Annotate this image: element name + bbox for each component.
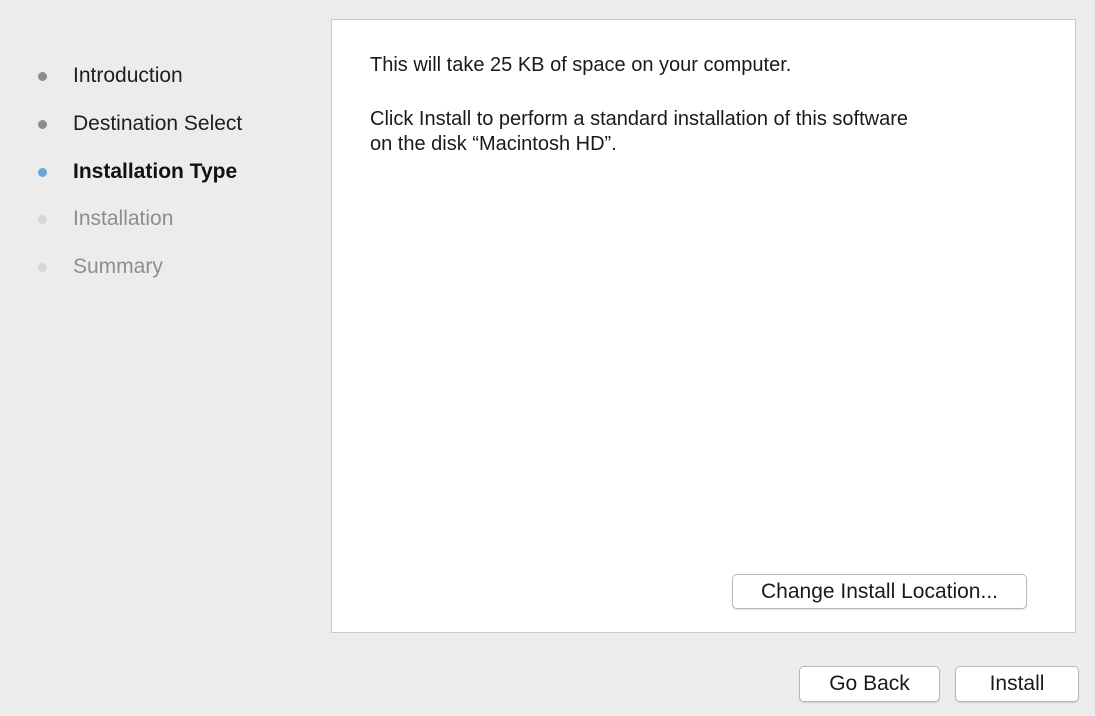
installer-steps-sidebar: Introduction Destination Select Installa… bbox=[0, 0, 330, 716]
step-label: Installation bbox=[73, 207, 174, 230]
step-done-dot-icon bbox=[38, 119, 47, 129]
step-destination-select: Destination Select bbox=[38, 109, 242, 139]
step-done-dot-icon bbox=[38, 71, 47, 81]
install-description-line-2: on the disk “Macintosh HD”. bbox=[370, 133, 617, 155]
install-button[interactable]: Install bbox=[955, 666, 1079, 702]
step-installation: Installation bbox=[38, 204, 173, 234]
step-current-dot-icon bbox=[38, 167, 47, 177]
content-panel: This will take 25 KB of space on your co… bbox=[331, 19, 1076, 633]
step-pending-dot-icon bbox=[38, 262, 47, 272]
step-label: Introduction bbox=[73, 64, 183, 87]
step-introduction: Introduction bbox=[38, 61, 183, 91]
step-installation-type: Installation Type bbox=[38, 157, 237, 187]
install-description-line-1: Click Install to perform a standard inst… bbox=[370, 108, 909, 130]
step-pending-dot-icon bbox=[38, 214, 47, 224]
go-back-button[interactable]: Go Back bbox=[799, 666, 940, 702]
change-install-location-button[interactable]: Change Install Location... bbox=[732, 574, 1027, 609]
step-label: Installation Type bbox=[73, 160, 238, 183]
step-label: Summary bbox=[73, 255, 163, 278]
step-summary: Summary bbox=[38, 252, 163, 282]
space-required-text: This will take 25 KB of space on your co… bbox=[370, 54, 792, 76]
step-label: Destination Select bbox=[73, 112, 243, 135]
